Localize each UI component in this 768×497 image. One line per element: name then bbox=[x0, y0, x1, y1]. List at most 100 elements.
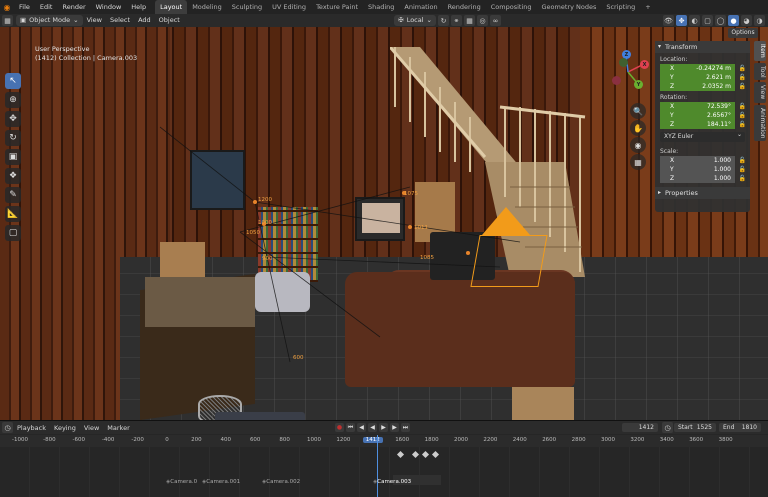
play-reverse-icon[interactable]: ◀ bbox=[368, 423, 377, 432]
rotation-x-field[interactable]: X 72.539° 🔓 bbox=[660, 102, 746, 111]
tab-geometry-nodes[interactable]: Geometry Nodes bbox=[537, 0, 602, 14]
editor-type-icon[interactable]: ◷ bbox=[2, 422, 13, 433]
tab-scripting[interactable]: Scripting bbox=[601, 0, 640, 14]
proportional-edit-icon[interactable]: ◎ bbox=[477, 15, 488, 26]
proportional-falloff-icon[interactable]: ∞ bbox=[490, 15, 501, 26]
scale-icon[interactable]: ▣ bbox=[5, 149, 21, 165]
prev-keyframe-icon[interactable]: ◀ bbox=[357, 423, 366, 432]
rotation-z-field[interactable]: Z 184.11° 🔓 bbox=[660, 120, 746, 129]
ortho-grid-icon[interactable]: ▦ bbox=[630, 154, 646, 170]
gizmo-y-icon[interactable]: Y bbox=[634, 80, 643, 89]
gizmo-neg-x-icon[interactable] bbox=[612, 76, 621, 85]
current-frame-field[interactable]: 1412 bbox=[622, 423, 658, 432]
select-box-icon[interactable]: ↖ bbox=[5, 73, 21, 89]
tab-item[interactable]: Item bbox=[754, 41, 766, 61]
location-x-field[interactable]: X -0.24274 m 🔓 bbox=[660, 64, 746, 73]
tab-compositing[interactable]: Compositing bbox=[486, 0, 537, 14]
tab-shading[interactable]: Shading bbox=[363, 0, 399, 14]
overlays-icon[interactable]: ◐ bbox=[689, 15, 700, 26]
annotate-icon[interactable]: ✎ bbox=[5, 187, 21, 203]
menu-edit[interactable]: Edit bbox=[35, 0, 58, 14]
tab-rendering[interactable]: Rendering bbox=[443, 0, 486, 14]
menu-object[interactable]: Object bbox=[155, 14, 184, 27]
gizmo-neg-y-icon[interactable] bbox=[619, 58, 628, 67]
tab-texture-paint[interactable]: Texture Paint bbox=[311, 0, 363, 14]
menu-view[interactable]: View bbox=[83, 14, 106, 27]
3d-viewport[interactable]: 1050 1000 900 600 1075 1011 1200 1085 Us… bbox=[0, 27, 768, 420]
timeline-marker-selected[interactable]: Camera.003 bbox=[373, 479, 411, 485]
tab-uv-editing[interactable]: UV Editing bbox=[267, 0, 311, 14]
visibility-icon[interactable]: 👁 bbox=[663, 15, 674, 26]
blender-logo-icon[interactable]: ◉ bbox=[0, 0, 14, 14]
menu-add[interactable]: Add bbox=[134, 14, 155, 27]
lock-icon[interactable]: 🔓 bbox=[739, 156, 746, 165]
pan-hand-icon[interactable]: ✋ bbox=[630, 120, 646, 136]
keyframe-track[interactable] bbox=[0, 447, 768, 497]
menu-select[interactable]: Select bbox=[106, 14, 134, 27]
scale-z-field[interactable]: Z 1.000 🔓 bbox=[660, 174, 746, 183]
menu-render[interactable]: Render bbox=[57, 0, 90, 14]
add-workspace-button[interactable]: + bbox=[640, 0, 655, 14]
options-dropdown[interactable]: Options bbox=[728, 28, 758, 38]
rotate-icon[interactable]: ↻ bbox=[5, 130, 21, 146]
tab-layout[interactable]: Layout bbox=[155, 0, 188, 14]
menu-view-timeline[interactable]: View bbox=[80, 424, 103, 432]
properties-panel-header[interactable]: Properties bbox=[655, 187, 750, 199]
camera-frame[interactable] bbox=[470, 235, 548, 287]
timeline-marker[interactable]: Camera.002 bbox=[262, 479, 300, 485]
end-frame-field[interactable]: End 1810 bbox=[719, 423, 761, 432]
tab-sculpting[interactable]: Sculpting bbox=[227, 0, 267, 14]
shading-wireframe-icon[interactable]: ◯ bbox=[715, 15, 726, 26]
transform-panel-header[interactable]: Transform bbox=[655, 41, 750, 53]
lock-icon[interactable]: 🔓 bbox=[739, 120, 746, 129]
transform-orientation-dropdown[interactable]: ✠ Local ⌄ bbox=[394, 15, 436, 26]
start-frame-field[interactable]: Start 1525 bbox=[674, 423, 716, 432]
shading-rendered-icon[interactable]: ◑ bbox=[754, 15, 765, 26]
scale-x-field[interactable]: X 1.000 🔓 bbox=[660, 156, 746, 165]
menu-window[interactable]: Window bbox=[91, 0, 127, 14]
xray-icon[interactable]: ▢ bbox=[702, 15, 713, 26]
camera-view-icon[interactable]: ◉ bbox=[630, 137, 646, 153]
rotation-mode-dropdown[interactable]: XYZ Euler bbox=[660, 130, 745, 142]
snap-icon[interactable]: ⚭ bbox=[451, 15, 462, 26]
frame-ruler[interactable]: -1000 -800 -600 -400 -200 0 200 400 600 800 1000 12… bbox=[0, 435, 768, 447]
navigation-gizmo[interactable]: X Y Z bbox=[602, 46, 654, 98]
tab-animation-side[interactable]: Animation bbox=[754, 104, 766, 142]
menu-marker[interactable]: Marker bbox=[103, 424, 133, 432]
gizmo-x-icon[interactable]: X bbox=[640, 60, 649, 69]
record-icon[interactable]: ● bbox=[335, 423, 344, 432]
lock-icon[interactable]: 🔓 bbox=[739, 111, 746, 120]
pivot-point-icon[interactable]: ↻ bbox=[438, 15, 449, 26]
empty-marker[interactable] bbox=[253, 200, 257, 204]
jump-start-icon[interactable]: ⏮ bbox=[346, 423, 355, 432]
clock-icon[interactable]: ◷ bbox=[662, 422, 673, 433]
lock-icon[interactable]: 🔓 bbox=[739, 165, 746, 174]
location-z-field[interactable]: Z 2.0352 m 🔓 bbox=[660, 82, 746, 91]
rotation-y-field[interactable]: Y 2.6567° 🔓 bbox=[660, 111, 746, 120]
lock-icon[interactable]: 🔓 bbox=[739, 73, 746, 82]
transform-icon[interactable]: ❖ bbox=[5, 168, 21, 184]
lock-icon[interactable]: 🔓 bbox=[739, 102, 746, 111]
jump-end-icon[interactable]: ⏭ bbox=[401, 423, 410, 432]
scale-y-field[interactable]: Y 1.000 🔓 bbox=[660, 165, 746, 174]
add-cube-icon[interactable]: ▢ bbox=[5, 225, 21, 241]
mode-selector[interactable]: ▣ Object Mode ⌄ bbox=[16, 15, 83, 26]
location-y-field[interactable]: Y 2.621 m 🔓 bbox=[660, 73, 746, 82]
shading-material-icon[interactable]: ◕ bbox=[741, 15, 752, 26]
menu-playback[interactable]: Playback bbox=[13, 424, 50, 432]
tab-animation[interactable]: Animation bbox=[399, 0, 442, 14]
tab-modeling[interactable]: Modeling bbox=[187, 0, 227, 14]
gizmo-toggle-icon[interactable]: ✥ bbox=[676, 15, 687, 26]
next-keyframe-icon[interactable]: ▶ bbox=[390, 423, 399, 432]
active-camera-icon[interactable] bbox=[482, 207, 530, 235]
menu-file[interactable]: File bbox=[14, 0, 35, 14]
measure-icon[interactable]: 📐 bbox=[5, 206, 21, 222]
cursor-icon[interactable]: ⊕ bbox=[5, 92, 21, 108]
timeline-marker[interactable]: Camera.001 bbox=[202, 479, 240, 485]
play-icon[interactable]: ▶ bbox=[379, 423, 388, 432]
editor-type-icon[interactable]: ▦ bbox=[2, 15, 13, 26]
empty-marker[interactable] bbox=[408, 225, 412, 229]
lock-icon[interactable]: 🔓 bbox=[739, 64, 746, 73]
move-icon[interactable]: ✥ bbox=[5, 111, 21, 127]
timeline-marker[interactable]: Camera.0 bbox=[166, 479, 197, 485]
